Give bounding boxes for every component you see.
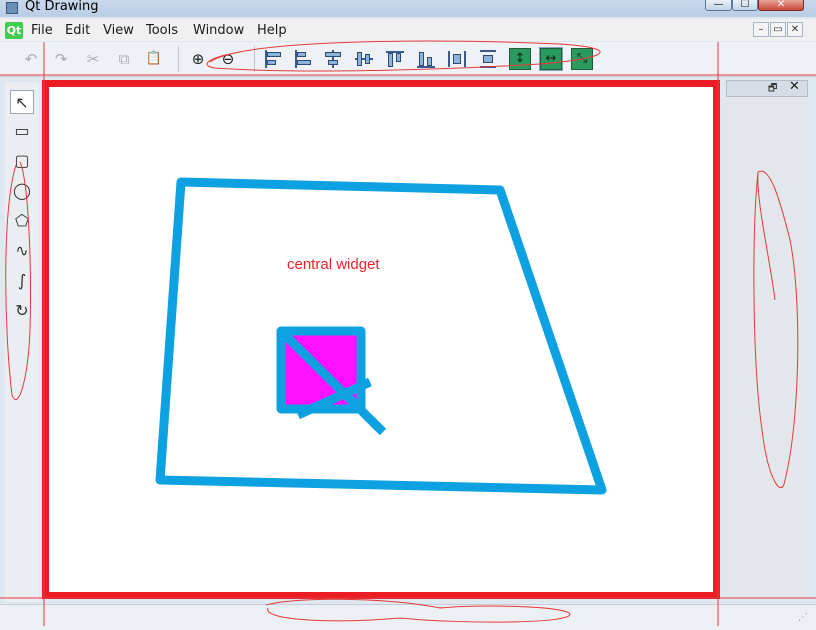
dock-float-icon[interactable]: 🗗 [768, 81, 777, 98]
central-widget-label: central widget [287, 256, 380, 273]
quad-shape[interactable] [155, 177, 607, 495]
size-grip-icon[interactable]: ⋰ [798, 612, 808, 623]
canvas-shapes [155, 177, 607, 495]
dock-close-icon[interactable]: ✕ [789, 79, 800, 94]
status-bar [0, 604, 816, 630]
dock-panel [726, 97, 808, 597]
